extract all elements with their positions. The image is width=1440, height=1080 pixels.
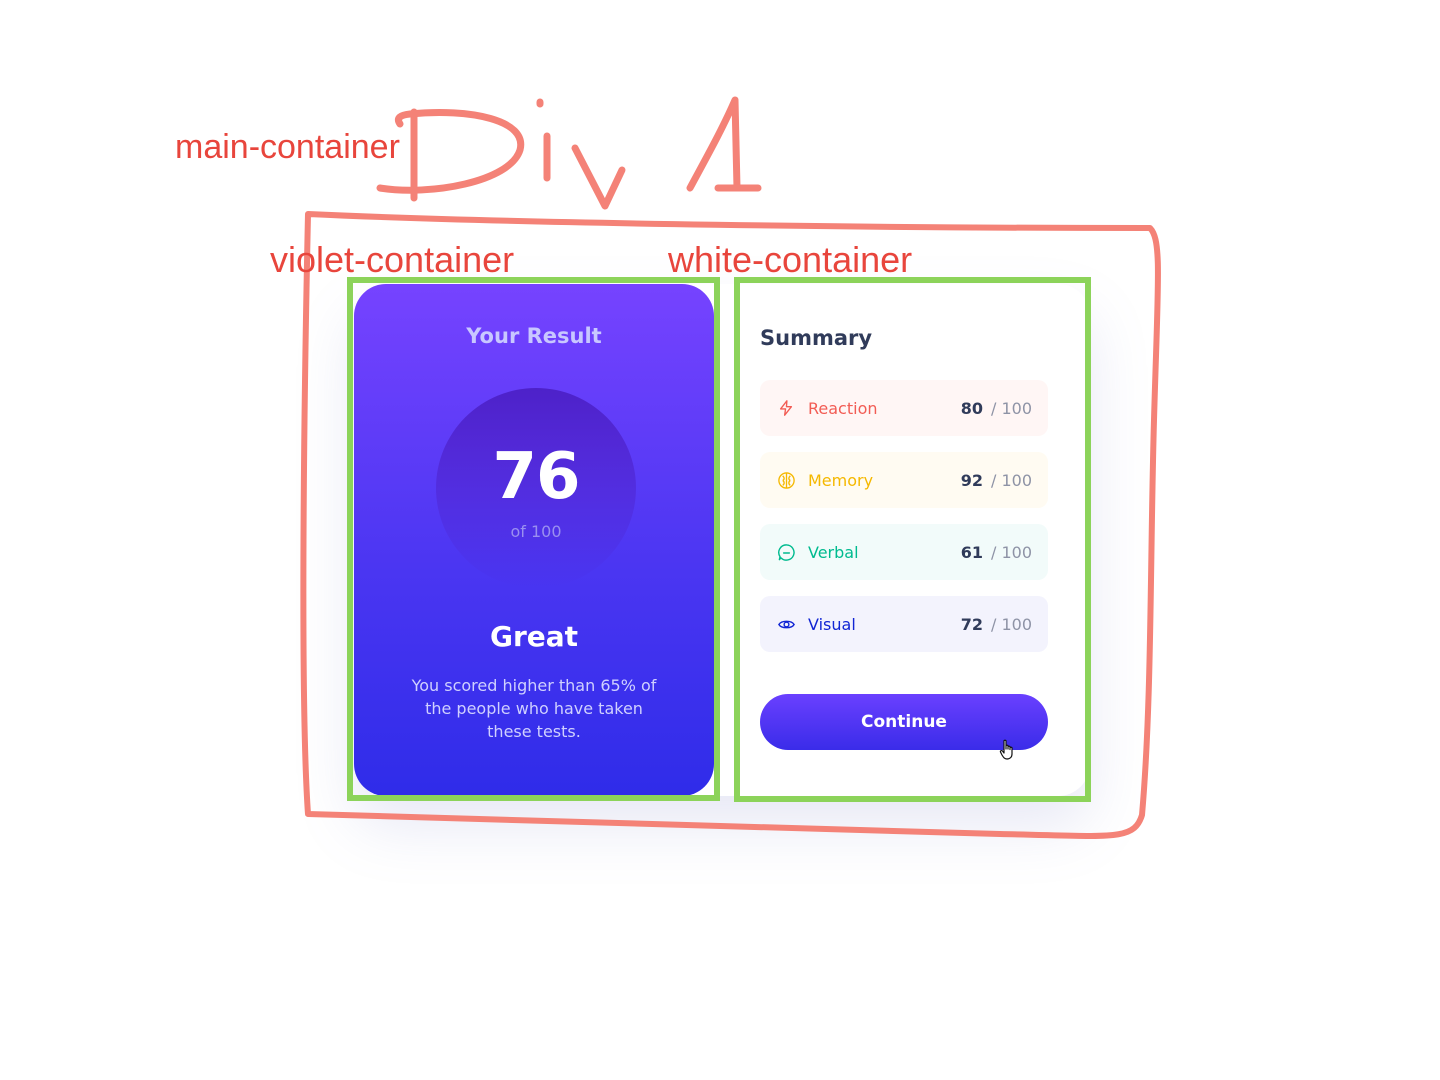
summary-row-memory: Memory 92 / 100: [760, 452, 1048, 508]
handwritten-div-1: [376, 96, 762, 210]
summary-label: Reaction: [808, 398, 878, 418]
summary-total: / 100: [990, 542, 1032, 562]
summary-total: / 100: [990, 614, 1032, 634]
summary-score: 72: [960, 614, 983, 634]
rating-title: Great: [489, 620, 579, 653]
summary-row-visual: Visual 72 / 100: [760, 596, 1048, 652]
summary-label: Visual: [808, 614, 856, 634]
chat-bubble-icon: [776, 542, 796, 562]
score-circle: 76 of 100: [436, 388, 636, 588]
brain-icon: [776, 470, 796, 490]
summary-score: 80: [960, 398, 983, 418]
summary-label: Memory: [808, 470, 874, 490]
white-container: Summary Reaction 80 / 100 Memory 92 / 10…: [736, 284, 1090, 796]
summary-row-reaction: Reaction 80 / 100: [760, 380, 1048, 436]
summary-score: 61: [960, 542, 983, 562]
summary-row-verbal: Verbal 61 / 100: [760, 524, 1048, 580]
score-of: of 100: [510, 522, 562, 541]
summary-score: 92: [960, 470, 983, 490]
result-description: You scored higher than 65% of the people…: [411, 676, 657, 741]
violet-container: Your Result 76 of 100 Great You scored h…: [354, 284, 714, 796]
annotation-violet-container: violet-container: [270, 239, 515, 280]
score-value: 76: [492, 440, 580, 514]
hand-cursor-icon: [999, 739, 1017, 765]
summary-label: Verbal: [808, 542, 859, 562]
stage: Your Result 76 of 100 Great You scored h…: [0, 0, 1440, 1080]
summary-total: / 100: [990, 470, 1032, 490]
annotation-white-container: white-container: [668, 239, 913, 280]
annotation-main-container: main-container: [175, 128, 400, 166]
lightning-icon: [776, 398, 796, 418]
summary-total: / 100: [990, 398, 1032, 418]
eye-icon: [776, 614, 796, 634]
summary-heading: Summary: [760, 326, 873, 350]
result-heading: Your Result: [466, 324, 602, 348]
